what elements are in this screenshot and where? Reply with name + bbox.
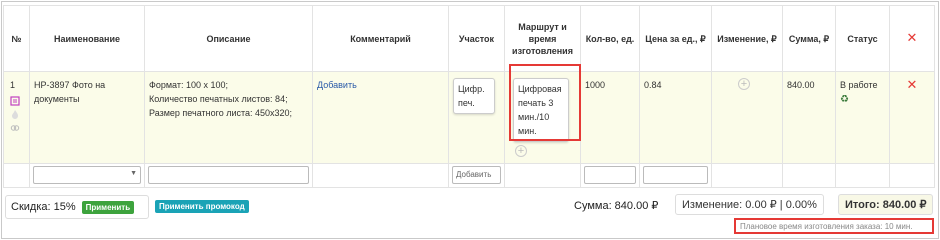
route-highlight xyxy=(509,64,581,141)
desc-line: Размер печатного листа: 450x320; xyxy=(149,108,293,118)
qty-cell: 1000 xyxy=(580,71,640,164)
delete-cell: ✕ xyxy=(889,71,935,164)
add-change-icon[interactable]: + xyxy=(738,78,750,90)
chevron-down-icon: ▼ xyxy=(130,170,137,177)
col-status: Статус xyxy=(835,5,890,72)
col-sum: Сумма, ₽ xyxy=(782,5,836,72)
name-cell: HP-3897 Фото на документы xyxy=(29,71,145,164)
link-icon[interactable] xyxy=(10,122,20,132)
product-name: HP-3897 Фото на документы xyxy=(34,80,106,104)
section-cell: Цифр. печ. xyxy=(448,71,505,164)
order-table: № Наименование Описание Комментарий Учас… xyxy=(3,5,935,188)
col-price: Цена за ед., ₽ xyxy=(639,5,712,72)
qty-input[interactable] xyxy=(584,166,636,184)
recycle-icon[interactable]: ♻ xyxy=(840,94,849,105)
discount-label: Скидка: 15% xyxy=(11,201,76,213)
header-row: № Наименование Описание Комментарий Учас… xyxy=(3,5,935,72)
close-icon[interactable]: ✕ xyxy=(907,77,918,92)
col-number: № xyxy=(3,5,30,72)
col-section: Участок xyxy=(448,5,505,72)
delete-all-cell: ✕ xyxy=(889,5,935,72)
discount-box: Скидка: 15% Применить xyxy=(5,195,149,219)
status-cell: В работе ♻ xyxy=(835,71,890,164)
price-cell: 0.84 xyxy=(639,71,712,164)
add-comment-link[interactable]: Добавить xyxy=(317,80,357,90)
add-route-icon[interactable]: + xyxy=(515,145,527,157)
grand-total: Итого: 840.00 ₽ xyxy=(838,194,934,215)
plan-time-text: Плановое время изготовления заказа: 10 м… xyxy=(740,221,913,231)
change-cell: + xyxy=(711,71,783,164)
fire-icon[interactable] xyxy=(10,109,20,119)
desc-line: Количество печатных листов: 84; xyxy=(149,94,288,104)
description-cell: Формат: 100 x 100; Количество печатных л… xyxy=(144,71,313,164)
price-input[interactable] xyxy=(643,166,708,184)
row-number-cell: 1 xyxy=(3,71,30,164)
description-input[interactable] xyxy=(148,166,309,184)
col-description: Описание xyxy=(144,5,313,72)
section-select[interactable]: Цифр. печ. xyxy=(453,78,495,114)
sum-total: Сумма: 840.00 ₽ xyxy=(574,200,659,212)
row-number: 1 xyxy=(10,80,16,90)
status-text: В работе xyxy=(840,80,878,90)
col-route: Маршрут и время изготовления xyxy=(504,5,581,72)
change-total: Изменение: 0.00 ₽ | 0.00% xyxy=(675,194,824,215)
comment-cell: Добавить xyxy=(312,71,449,164)
desc-line: Формат: 100 x 100; xyxy=(149,80,229,90)
close-icon[interactable]: ✕ xyxy=(907,30,918,45)
col-name: Наименование xyxy=(29,5,145,72)
sum-cell: 840.00 xyxy=(782,71,836,164)
price-value: 0.84 xyxy=(644,80,662,90)
apply-discount-button[interactable]: Применить xyxy=(81,200,135,214)
document-icon[interactable] xyxy=(10,96,20,106)
table-row: 1 HP-3897 Фото на документы Формат: 100 … xyxy=(3,71,935,164)
plan-time-highlight: Плановое время изготовления заказа: 10 м… xyxy=(734,218,934,234)
new-item-row: ▼ Добавить xyxy=(3,163,935,188)
product-select[interactable]: ▼ xyxy=(33,166,141,184)
col-change: Изменение, ₽ xyxy=(711,5,783,72)
qty-value: 1000 xyxy=(585,80,606,90)
col-comment: Комментарий xyxy=(312,5,449,72)
apply-promo-button[interactable]: Применить промокод xyxy=(155,200,249,213)
add-button[interactable]: Добавить xyxy=(452,166,501,184)
sum-value: 840.00 xyxy=(787,80,815,90)
col-qty: Кол-во, ед. xyxy=(580,5,640,72)
